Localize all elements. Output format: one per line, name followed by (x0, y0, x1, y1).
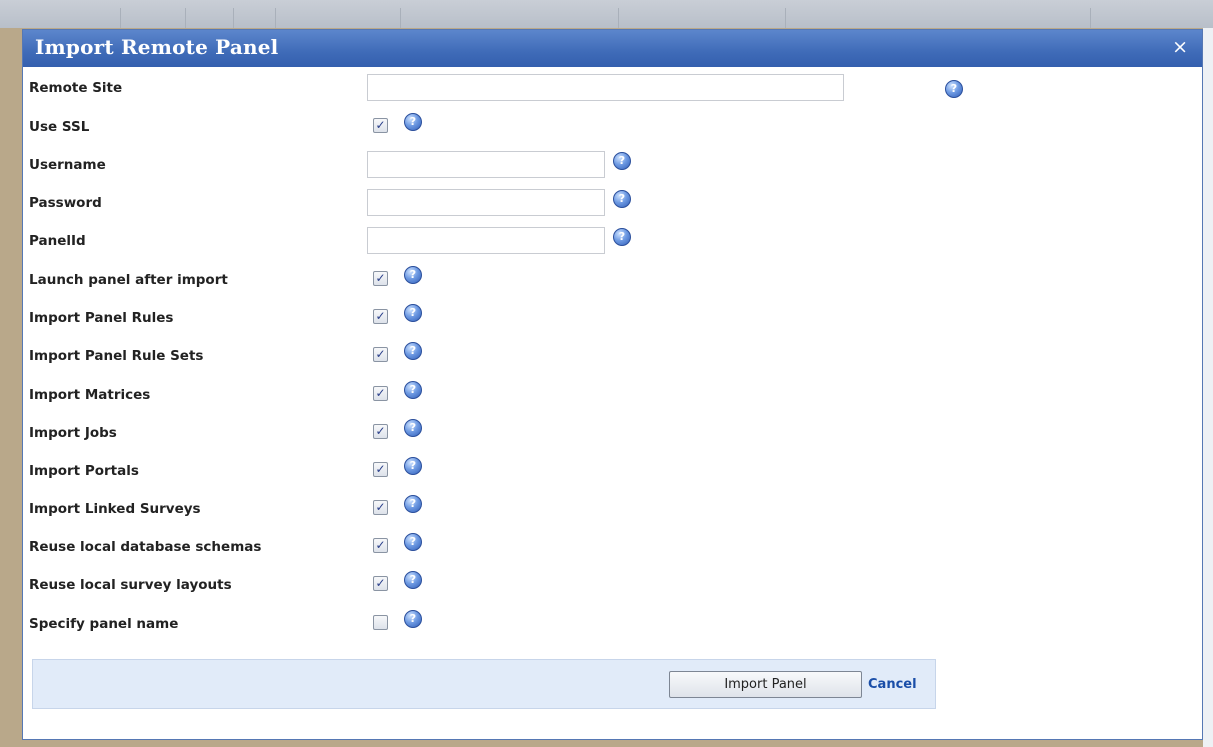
specify-panel-name-checkbox[interactable] (373, 615, 388, 630)
option-import-panel-rules: Import Panel Rules ✓ ? (29, 304, 1189, 332)
import-portals-checkbox[interactable]: ✓ (373, 462, 388, 477)
reuse-survey-layouts-checkbox[interactable]: ✓ (373, 576, 388, 591)
option-import-portals: Import Portals ✓ ? (29, 457, 1189, 485)
import-linked-surveys-checkbox[interactable]: ✓ (373, 500, 388, 515)
dialog-footer: Import Panel Cancel (32, 659, 936, 709)
help-icon[interactable]: ? (613, 190, 631, 208)
use-ssl-row: Use SSL ✓ ? (29, 113, 1189, 141)
option-import-panel-rule-sets: Import Panel Rule Sets ✓ ? (29, 342, 1189, 370)
import-jobs-checkbox[interactable]: ✓ (373, 424, 388, 439)
close-icon[interactable]: × (1172, 36, 1188, 58)
background-page-edge (1203, 28, 1213, 747)
import-remote-panel-dialog: Import Remote Panel × Remote Site ? Use … (22, 29, 1203, 740)
background-grid-header (0, 0, 1213, 28)
remote-site-row: Remote Site ? (29, 74, 1189, 102)
option-label: Import Jobs (29, 425, 117, 441)
use-ssl-label: Use SSL (29, 119, 90, 135)
help-icon[interactable]: ? (404, 342, 422, 360)
option-label: Specify panel name (29, 616, 179, 632)
help-icon[interactable]: ? (404, 495, 422, 513)
help-icon[interactable]: ? (404, 533, 422, 551)
password-label: Password (29, 195, 102, 211)
remote-site-input[interactable] (367, 74, 844, 101)
option-launch-panel-after-import: Launch panel after import ✓ ? (29, 266, 1189, 294)
help-icon[interactable]: ? (613, 152, 631, 170)
option-label: Reuse local survey layouts (29, 577, 232, 593)
remote-site-label: Remote Site (29, 80, 123, 96)
panel-id-label: PanelId (29, 233, 86, 249)
option-label: Reuse local database schemas (29, 539, 262, 555)
password-row: Password ? (29, 189, 1189, 217)
help-icon[interactable]: ? (404, 610, 422, 628)
import-panel-button[interactable]: Import Panel (669, 671, 862, 698)
import-panel-rules-checkbox[interactable]: ✓ (373, 309, 388, 324)
username-row: Username ? (29, 151, 1189, 179)
option-import-linked-surveys: Import Linked Surveys ✓ ? (29, 495, 1189, 523)
launch-panel-checkbox[interactable]: ✓ (373, 271, 388, 286)
help-icon[interactable]: ? (404, 419, 422, 437)
help-icon[interactable]: ? (404, 304, 422, 322)
help-icon[interactable]: ? (945, 80, 963, 98)
import-matrices-checkbox[interactable]: ✓ (373, 386, 388, 401)
option-label: Import Linked Surveys (29, 501, 201, 517)
help-icon[interactable]: ? (613, 228, 631, 246)
option-label: Launch panel after import (29, 272, 228, 288)
dialog-title: Import Remote Panel (35, 35, 279, 59)
help-icon[interactable]: ? (404, 381, 422, 399)
use-ssl-checkbox[interactable]: ✓ (373, 118, 388, 133)
cancel-link[interactable]: Cancel (868, 677, 917, 692)
import-panel-rule-sets-checkbox[interactable]: ✓ (373, 347, 388, 362)
dialog-titlebar: Import Remote Panel × (23, 30, 1202, 67)
help-icon[interactable]: ? (404, 266, 422, 284)
panel-id-input[interactable] (367, 227, 605, 254)
password-input[interactable] (367, 189, 605, 216)
help-icon[interactable]: ? (404, 571, 422, 589)
option-label: Import Panel Rule Sets (29, 348, 204, 364)
option-import-matrices: Import Matrices ✓ ? (29, 381, 1189, 409)
option-import-jobs: Import Jobs ✓ ? (29, 419, 1189, 447)
help-icon[interactable]: ? (404, 457, 422, 475)
reuse-database-schemas-checkbox[interactable]: ✓ (373, 538, 388, 553)
username-label: Username (29, 157, 106, 173)
panel-id-row: PanelId ? (29, 227, 1189, 255)
option-label: Import Matrices (29, 387, 151, 403)
option-label: Import Portals (29, 463, 139, 479)
help-icon[interactable]: ? (404, 113, 422, 131)
option-label: Import Panel Rules (29, 310, 174, 326)
option-specify-panel-name: Specify panel name ? (29, 610, 1189, 638)
option-reuse-local-survey-layouts: Reuse local survey layouts ✓ ? (29, 571, 1189, 599)
username-input[interactable] (367, 151, 605, 178)
option-reuse-local-database-schemas: Reuse local database schemas ✓ ? (29, 533, 1189, 561)
